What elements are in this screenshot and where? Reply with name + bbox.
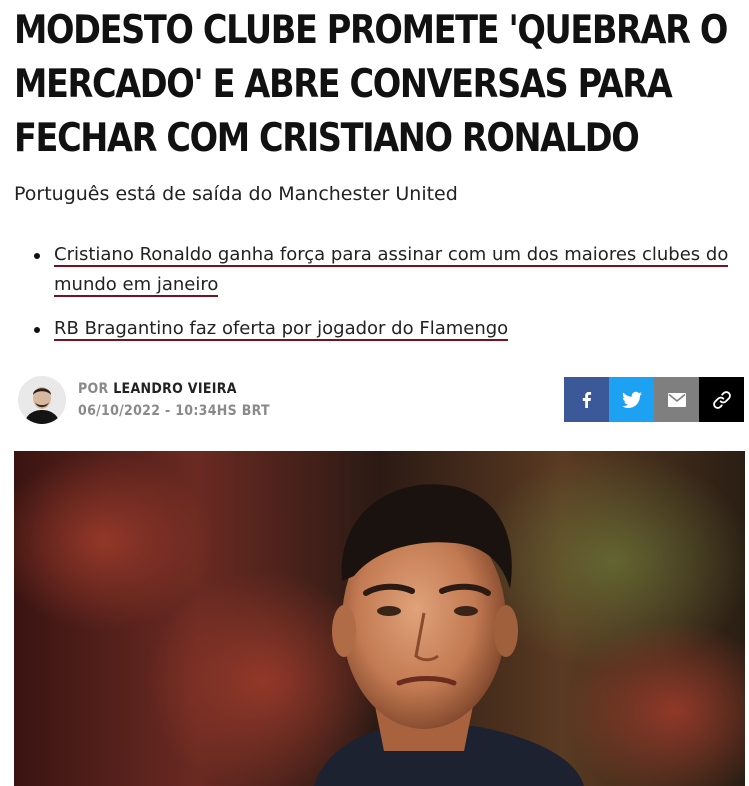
facebook-share-button[interactable]: [564, 377, 609, 422]
related-link-item: Cristiano Ronaldo ganha força para assin…: [14, 240, 739, 300]
author-meta: POR LEANDRO VIEIRA 06/10/2022 - 10:34HS …: [78, 378, 270, 422]
article-hero-image: [14, 451, 745, 786]
article-headline: Modesto clube promete 'quebrar o mercado…: [14, 8, 728, 161]
copy-link-button[interactable]: [699, 377, 744, 422]
author-block: POR LEANDRO VIEIRA 06/10/2022 - 10:34HS …: [18, 376, 270, 424]
related-link[interactable]: Cristiano Ronaldo ganha força para assin…: [54, 244, 729, 297]
share-bar: [564, 377, 744, 422]
author-name[interactable]: LEANDRO VIEIRA: [113, 381, 237, 397]
author-avatar[interactable]: [18, 376, 66, 424]
email-share-button[interactable]: [654, 377, 699, 422]
related-link-item: RB Bragantino faz oferta por jogador do …: [14, 314, 739, 344]
email-icon: [667, 392, 686, 407]
bullet-icon: [34, 253, 40, 259]
twitter-icon: [621, 391, 642, 408]
twitter-share-button[interactable]: [609, 377, 654, 422]
bullet-icon: [34, 327, 40, 333]
article-subtitle: Português está de saída do Manchester Un…: [14, 183, 458, 205]
facebook-icon: [582, 391, 591, 408]
author-prefix: POR: [78, 381, 109, 397]
link-icon: [712, 390, 731, 409]
publish-datetime: 06/10/2022 - 10:34HS BRT: [78, 403, 270, 419]
related-links-list: Cristiano Ronaldo ganha força para assin…: [14, 240, 739, 358]
related-link[interactable]: RB Bragantino faz oferta por jogador do …: [54, 318, 509, 341]
